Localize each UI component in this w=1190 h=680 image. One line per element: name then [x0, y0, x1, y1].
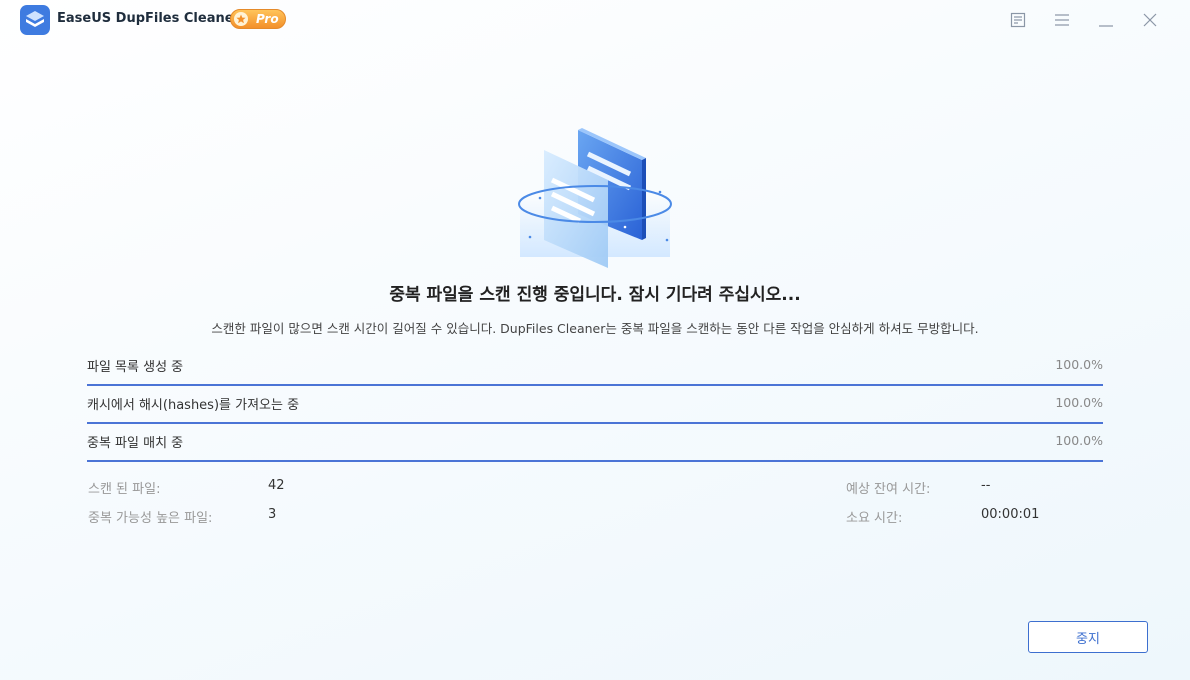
- elapsed-time-label: 소요 시간:: [846, 511, 903, 526]
- scanned-files-label: 스캔 된 파일:: [88, 482, 161, 497]
- progress-step-percent: 100.0%: [1055, 357, 1103, 372]
- scanned-files-value: 42: [268, 478, 285, 493]
- title-bar: EaseUS DupFiles Cleaner Pro: [0, 0, 1190, 40]
- progress-step-label: 파일 목록 생성 중: [87, 360, 184, 375]
- elapsed-time-value: 00:00:01: [981, 507, 1040, 522]
- progress-bar-fill: [87, 460, 1103, 462]
- feedback-button[interactable]: [1008, 10, 1028, 30]
- menu-icon: [1055, 14, 1069, 26]
- progress-step-percent: 100.0%: [1055, 395, 1103, 410]
- remaining-time-value: --: [981, 478, 991, 493]
- app-title: EaseUS DupFiles Cleaner: [57, 11, 240, 26]
- progress-step-percent: 100.0%: [1055, 433, 1103, 448]
- feedback-icon: [1010, 12, 1026, 28]
- progress-step-label: 캐시에서 해시(hashes)를 가져오는 중: [87, 398, 300, 413]
- pro-badge[interactable]: Pro: [230, 9, 286, 29]
- progress-bar: [87, 384, 1103, 386]
- progress-bar-fill: [87, 384, 1103, 386]
- duplicate-files-value: 3: [268, 507, 277, 522]
- scan-subtext: 스캔한 파일이 많으면 스캔 시간이 길어질 수 있습니다. DupFiles …: [211, 321, 979, 336]
- menu-button[interactable]: [1052, 10, 1072, 30]
- progress-bar: [87, 460, 1103, 462]
- star-icon: [234, 12, 248, 26]
- remaining-time-label: 예상 잔여 시간:: [846, 482, 931, 497]
- app-logo-icon: [20, 5, 50, 35]
- progress-bar-fill: [87, 422, 1103, 424]
- minimize-icon: [1099, 25, 1113, 27]
- progress-step-matching: 중복 파일 매치 중 100.0%: [87, 432, 1103, 462]
- progress-bar: [87, 422, 1103, 424]
- close-icon: [1143, 13, 1157, 27]
- progress-step-label: 중복 파일 매치 중: [87, 436, 184, 451]
- progress-step-file-list: 파일 목록 생성 중 100.0%: [87, 356, 1103, 386]
- close-button[interactable]: [1140, 10, 1160, 30]
- scanning-documents-illustration: [518, 128, 672, 268]
- pro-badge-label: Pro: [256, 12, 279, 26]
- scan-heading: 중복 파일을 스캔 진행 중입니다. 잠시 기다려 주십시오...: [389, 285, 801, 305]
- progress-step-hashes: 캐시에서 해시(hashes)를 가져오는 중 100.0%: [87, 394, 1103, 424]
- stop-button[interactable]: 중지: [1028, 621, 1148, 653]
- duplicate-files-label: 중복 가능성 높은 파일:: [88, 511, 213, 526]
- minimize-button[interactable]: [1096, 10, 1116, 30]
